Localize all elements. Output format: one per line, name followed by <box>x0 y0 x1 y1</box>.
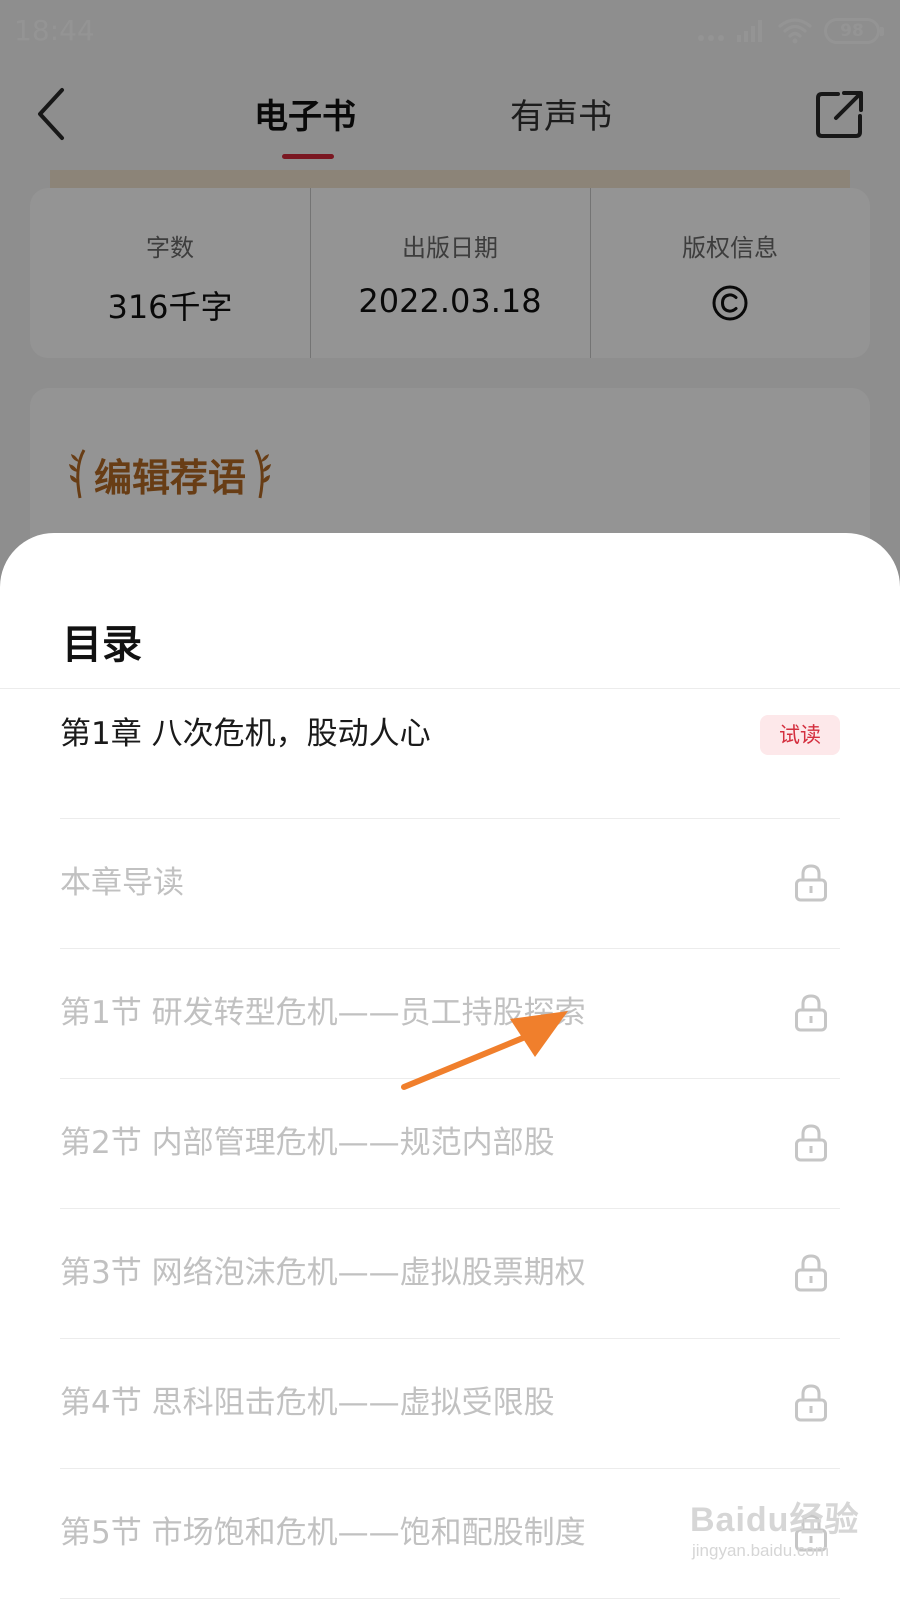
toc-item[interactable]: 本章导读 <box>60 819 840 949</box>
toc-item[interactable]: 第1节 研发转型危机——员工持股探索 <box>60 949 840 1079</box>
lock-icon <box>795 994 827 1032</box>
toc-title: 目录 <box>62 622 142 668</box>
lock-icon <box>795 1384 827 1422</box>
toc-item-label: 第2节 内部管理危机——规范内部股 <box>60 1125 555 1161</box>
toc-chapter-item[interactable]: 第1章 八次危机，股动人心 试读 <box>60 689 840 819</box>
watermark-url: jingyan.baidu.com <box>692 1541 830 1560</box>
toc-item[interactable]: 第2节 内部管理危机——规范内部股 <box>60 1079 840 1209</box>
baidu-jingyan-watermark: Baidu经验 jingyan.baidu.com <box>690 1500 860 1580</box>
lock-icon <box>795 864 827 902</box>
watermark-brand: Baidu经验 <box>690 1501 860 1539</box>
toc-item[interactable]: 第3节 网络泡沫危机——虚拟股票期权 <box>60 1209 840 1339</box>
toc-item-label: 本章导读 <box>60 865 184 901</box>
toc-item-label: 第5节 市场饱和危机——饱和配股制度 <box>60 1515 586 1551</box>
toc-bottom-sheet: 目录 第1章 八次危机，股动人心 试读 本章导读 第1节 研发转型危机——员工持… <box>0 533 900 1600</box>
toc-chapter-label: 第1章 八次危机，股动人心 <box>60 716 431 752</box>
toc-item-label: 第1节 研发转型危机——员工持股探索 <box>60 995 586 1031</box>
toc-item-label: 第3节 网络泡沫危机——虚拟股票期权 <box>60 1255 586 1291</box>
trial-read-badge[interactable]: 试读 <box>760 715 840 755</box>
lock-icon <box>795 1254 827 1292</box>
toc-item-label: 第4节 思科阻击危机——虚拟受限股 <box>60 1385 555 1421</box>
toc-item[interactable]: 第4节 思科阻击危机——虚拟受限股 <box>60 1339 840 1469</box>
lock-icon <box>795 1124 827 1162</box>
